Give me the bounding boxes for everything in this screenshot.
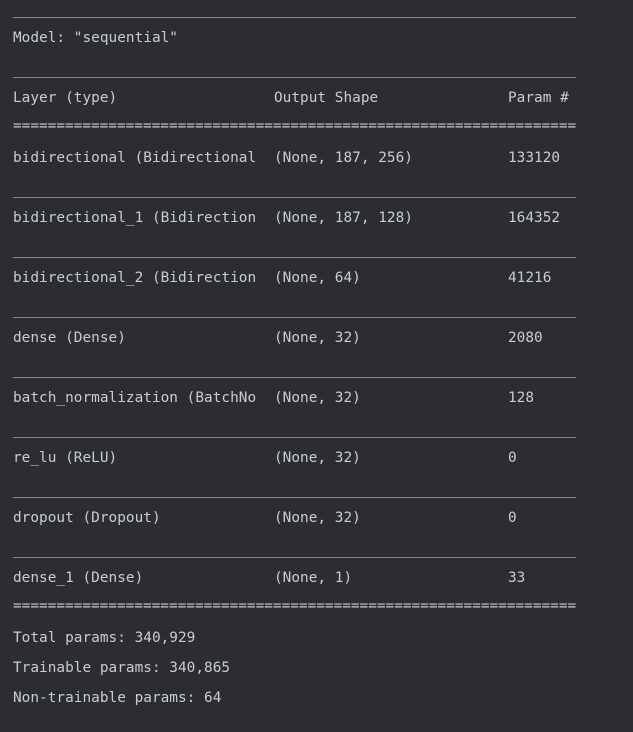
output-shape: (None, 32) (274, 510, 361, 526)
param-count: 2080 (508, 330, 543, 346)
header-param-count: Param # (508, 90, 569, 106)
layer-name: bidirectional_2 (Bidirection (13, 270, 257, 286)
param-count: 0 (508, 510, 517, 526)
separator-dash: ________________________________________… (13, 482, 577, 498)
non-trainable-params: Non-trainable params: 64 (13, 690, 222, 706)
layer-name: batch_normalization (BatchNo (13, 390, 257, 406)
separator-dash: ________________________________________… (13, 542, 577, 558)
param-count: 164352 (508, 210, 561, 226)
table-header: Layer (type) Output Shape Param # (13, 88, 623, 108)
table-row: bidirectional_2 (Bidirection (None, 64) … (13, 268, 623, 288)
total-params: Total params: 340,929 (13, 630, 196, 646)
param-count: 41216 (508, 270, 552, 286)
separator-dash: ________________________________________… (13, 302, 577, 318)
output-shape: (None, 1) (274, 570, 353, 586)
table-row: dropout (Dropout) (None, 32) 0 (13, 508, 623, 528)
header-layer-type: Layer (type) (13, 90, 118, 106)
param-count: 33 (508, 570, 526, 586)
table-row: dense_1 (Dense) (None, 1) 33 (13, 568, 623, 588)
param-count: 133120 (508, 150, 561, 166)
layer-name: dense (Dense) (13, 330, 126, 346)
layer-name: dropout (Dropout) (13, 510, 161, 526)
table-row: dense (Dense) (None, 32) 2080 (13, 328, 623, 348)
model-name-line: Model: "sequential" (13, 30, 178, 46)
trainable-params: Trainable params: 340,865 (13, 660, 231, 676)
separator-dash: ________________________________________… (13, 242, 577, 258)
table-row: batch_normalization (BatchNo (None, 32) … (13, 388, 623, 408)
layer-name: re_lu (ReLU) (13, 450, 118, 466)
separator-dash: ________________________________________… (13, 182, 577, 198)
table-row: re_lu (ReLU) (None, 32) 0 (13, 448, 623, 468)
output-shape: (None, 32) (274, 330, 361, 346)
layer-name: dense_1 (Dense) (13, 570, 144, 586)
separator-dash: ________________________________________… (13, 62, 577, 78)
separator-dash: ________________________________________… (13, 2, 577, 18)
separator-equals: ========================================… (13, 118, 577, 134)
output-shape: (None, 32) (274, 390, 361, 406)
separator-equals: ========================================… (13, 598, 577, 614)
layer-name: bidirectional_1 (Bidirection (13, 210, 257, 226)
layer-name: bidirectional (Bidirectional (13, 150, 257, 166)
separator-dash: ________________________________________… (13, 422, 577, 438)
table-row: bidirectional (Bidirectional (None, 187,… (13, 148, 623, 168)
output-shape: (None, 187, 256) (274, 150, 413, 166)
param-count: 128 (508, 390, 535, 406)
output-shape: (None, 64) (274, 270, 361, 286)
output-shape: (None, 32) (274, 450, 361, 466)
header-output-shape: Output Shape (274, 90, 379, 106)
table-row: bidirectional_1 (Bidirection (None, 187,… (13, 208, 623, 228)
output-shape: (None, 187, 128) (274, 210, 413, 226)
separator-dash: ________________________________________… (13, 362, 577, 378)
param-count: 0 (508, 450, 517, 466)
